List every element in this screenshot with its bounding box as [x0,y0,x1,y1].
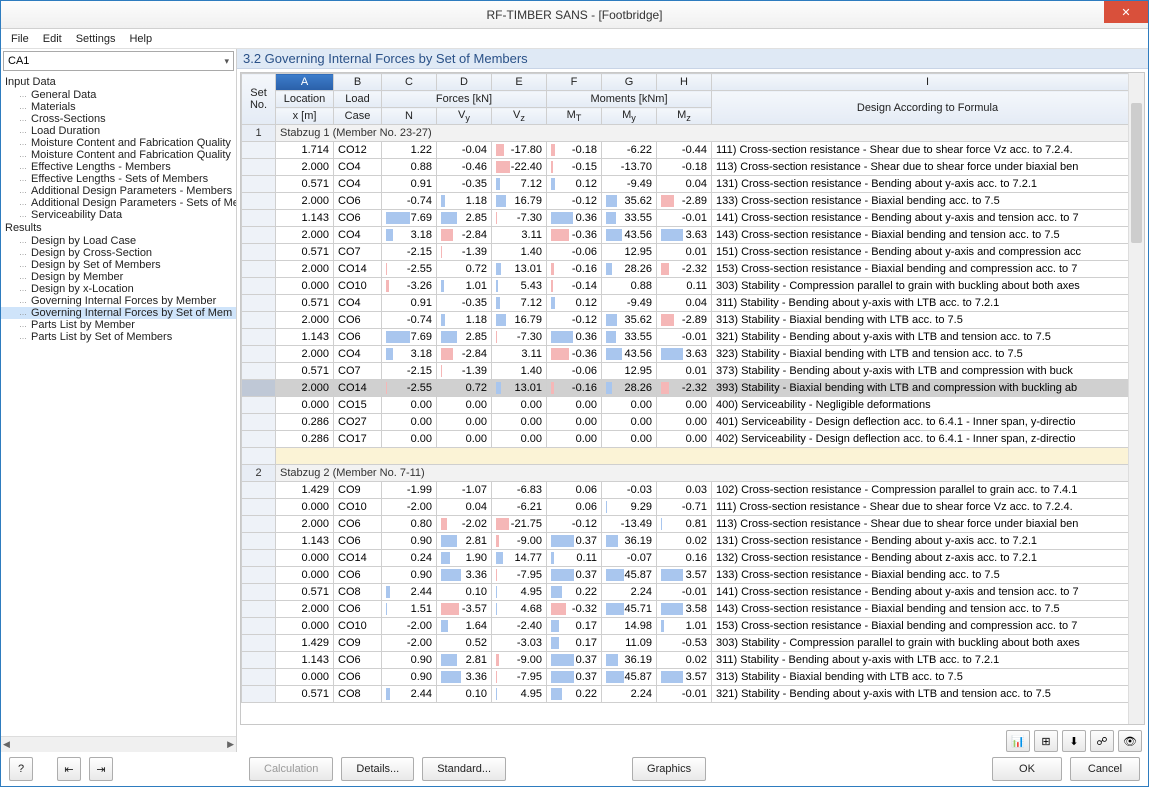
tree-item[interactable]: Governing Internal Forces by Member [1,295,236,307]
table-row[interactable]: 1.143CO67.692.85-7.300.3633.55-0.01321) … [242,329,1144,346]
table-row[interactable]: 0.000CO10-2.000.04-6.210.069.29-0.71111)… [242,499,1144,516]
table-row[interactable]: 2.000CO43.18-2.843.11-0.3643.563.63143) … [242,227,1144,244]
navigation-tree[interactable]: Input DataGeneral DataMaterialsCross-Sec… [1,73,236,736]
footer: ? ⇤ ⇥ Calculation Details... Standard...… [1,752,1148,786]
sidebar: CA1 ▾ Input DataGeneral DataMaterialsCro… [1,49,237,752]
menu-settings[interactable]: Settings [76,33,116,45]
case-combo[interactable]: CA1 ▾ [3,51,234,71]
grid-toolbar: 📊⊞⬇☍👁 [237,728,1148,752]
tree-item[interactable]: Effective Lengths - Members [1,161,236,173]
menu-help[interactable]: Help [129,33,152,45]
group-header-row: 2Stabzug 2 (Member No. 7-11) [242,465,1144,482]
cancel-button[interactable]: Cancel [1070,757,1140,781]
menu-edit[interactable]: Edit [43,33,62,45]
table-row[interactable]: 2.000CO43.18-2.843.11-0.3643.563.63323) … [242,346,1144,363]
table-row[interactable]: 2.000CO60.80-2.02-21.75-0.12-13.490.8111… [242,516,1144,533]
table-row[interactable]: 1.429CO9-1.99-1.07-6.830.06-0.030.03102)… [242,482,1144,499]
graphics-button[interactable]: Graphics [632,757,706,781]
tree-item[interactable]: Parts List by Member [1,319,236,331]
tree-item[interactable]: Design by Member [1,271,236,283]
table-row[interactable]: 0.000CO150.000.000.000.000.000.00400) Se… [242,397,1144,414]
group-header-row: 1Stabzug 1 (Member No. 23-27) [242,125,1144,142]
menu-file[interactable]: File [11,33,29,45]
tree-item[interactable]: Additional Design Parameters - Sets of M… [1,197,236,209]
table-row[interactable]: 1.143CO60.902.81-9.000.3736.190.02131) C… [242,533,1144,550]
standard-button[interactable]: Standard... [422,757,506,781]
table-row[interactable]: 0.000CO10-2.001.64-2.400.1714.981.01153)… [242,618,1144,635]
tree-group: Input Data [1,75,236,89]
tree-item[interactable]: Design by Cross-Section [1,247,236,259]
chevron-down-icon: ▾ [224,56,229,67]
filter-icon[interactable]: ☍ [1090,730,1114,752]
tree-item[interactable]: Governing Internal Forces by Set of Mem [1,307,236,319]
tree-item[interactable]: Moisture Content and Fabrication Quality [1,137,236,149]
menubar: File Edit Settings Help [1,29,1148,49]
excel-icon[interactable]: ⬇ [1062,730,1086,752]
table-row[interactable]: 0.571CO40.91-0.357.120.12-9.490.04131) C… [242,176,1144,193]
details-button[interactable]: Details... [341,757,414,781]
tree-item[interactable]: Design by Set of Members [1,259,236,271]
ok-button[interactable]: OK [992,757,1062,781]
tree-item[interactable]: Design by Load Case [1,235,236,247]
chart-icon[interactable]: 📊 [1006,730,1030,752]
tree-item[interactable]: Moisture Content and Fabrication Quality [1,149,236,161]
window-title: RF-TIMBER SANS - [Footbridge] [486,8,662,22]
eye-icon[interactable]: 👁 [1118,730,1142,752]
table-row[interactable]: 0.571CO7-2.15-1.391.40-0.0612.950.01373)… [242,363,1144,380]
tree-item[interactable]: Effective Lengths - Sets of Members [1,173,236,185]
table-row[interactable]: 0.286CO170.000.000.000.000.000.00402) Se… [242,431,1144,448]
scroll-right-icon[interactable]: ▶ [227,739,234,750]
tree-item[interactable]: Serviceability Data [1,209,236,221]
sidebar-hscroll[interactable]: ◀ ▶ [1,736,236,752]
calculation-button[interactable]: Calculation [249,757,333,781]
table-row[interactable]: 0.000CO60.903.36-7.950.3745.873.57313) S… [242,669,1144,686]
table-row[interactable]: 1.429CO9-2.000.52-3.030.1711.09-0.53303)… [242,635,1144,652]
close-button[interactable]: ✕ [1104,1,1148,23]
tree-item[interactable]: Load Duration [1,125,236,137]
table-row[interactable]: 2.000CO6-0.741.1816.79-0.1235.62-2.89133… [242,193,1144,210]
table-icon[interactable]: ⊞ [1034,730,1058,752]
table-row[interactable]: 0.571CO82.440.104.950.222.24-0.01321) St… [242,686,1144,703]
tree-item[interactable]: General Data [1,89,236,101]
vertical-scrollbar[interactable] [1128,73,1144,724]
help-button[interactable]: ? [9,757,33,781]
tree-item[interactable]: Additional Design Parameters - Members [1,185,236,197]
tree-item[interactable]: Parts List by Set of Members [1,331,236,343]
table-row[interactable]: 0.000CO140.241.9014.770.11-0.070.16132) … [242,550,1144,567]
table-row[interactable]: 0.571CO40.91-0.357.120.12-9.490.04311) S… [242,295,1144,312]
table-row[interactable]: 0.571CO82.440.104.950.222.24-0.01141) Cr… [242,584,1144,601]
scroll-left-icon[interactable]: ◀ [3,739,10,750]
table-row[interactable]: 2.000CO61.51-3.574.68-0.3245.713.58143) … [242,601,1144,618]
table-row[interactable]: 0.571CO7-2.15-1.391.40-0.0612.950.01151)… [242,244,1144,261]
table-row[interactable]: 2.000CO6-0.741.1816.79-0.1235.62-2.89313… [242,312,1144,329]
data-grid[interactable]: SetNo. ABCDEFGHI LocationLoadForces [kN]… [240,72,1145,725]
table-row[interactable]: 1.714CO121.22-0.04-17.80-0.18-6.22-0.441… [242,142,1144,159]
tree-item[interactable]: Cross-Sections [1,113,236,125]
table-row[interactable]: 1.143CO67.692.85-7.300.3633.55-0.01141) … [242,210,1144,227]
titlebar: RF-TIMBER SANS - [Footbridge] ✕ [1,1,1148,29]
page-heading: 3.2 Governing Internal Forces by Set of … [237,49,1148,69]
nav-prev-button[interactable]: ⇤ [57,757,81,781]
table-row[interactable]: 2.000CO14-2.550.7213.01-0.1628.26-2.3215… [242,261,1144,278]
tree-item[interactable]: Materials [1,101,236,113]
case-combo-value: CA1 [8,55,29,67]
table-row[interactable]: 1.143CO60.902.81-9.000.3736.190.02311) S… [242,652,1144,669]
tree-group: Results [1,221,236,235]
table-row[interactable]: 0.286CO270.000.000.000.000.000.00401) Se… [242,414,1144,431]
table-row[interactable]: 0.000CO10-3.261.015.43-0.140.880.11303) … [242,278,1144,295]
table-row[interactable]: 0.000CO60.903.36-7.950.3745.873.57133) C… [242,567,1144,584]
table-row[interactable]: 2.000CO14-2.550.7213.01-0.1628.26-2.3239… [242,380,1144,397]
nav-next-button[interactable]: ⇥ [89,757,113,781]
tree-item[interactable]: Design by x-Location [1,283,236,295]
table-row[interactable]: 2.000CO40.88-0.46-22.40-0.15-13.70-0.181… [242,159,1144,176]
